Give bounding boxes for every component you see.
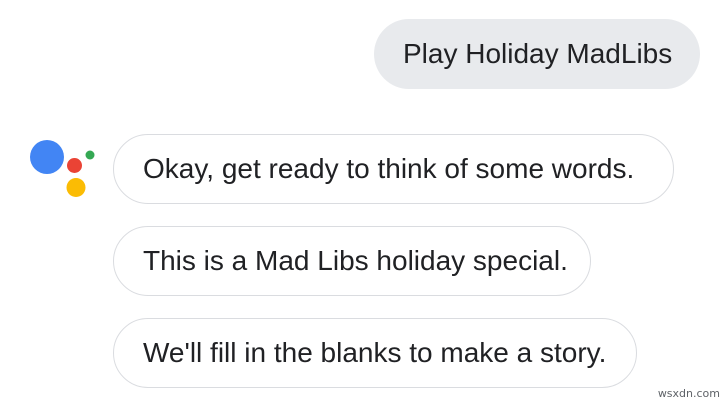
assistant-green-dot	[85, 150, 95, 160]
assistant-message-text: Okay, get ready to think of some words.	[143, 153, 635, 184]
assistant-message-bubble: This is a Mad Libs holiday special.	[113, 226, 591, 296]
user-message-bubble: Play Holiday MadLibs	[374, 19, 700, 89]
assistant-red-dot	[67, 158, 82, 173]
google-assistant-icon	[30, 140, 95, 197]
watermark: wsxdn.com	[657, 387, 720, 400]
assistant-yellow-dot	[66, 178, 86, 197]
assistant-blue-dot	[30, 140, 64, 174]
assistant-message-bubble: Okay, get ready to think of some words.	[113, 134, 674, 204]
assistant-message-bubble: We'll fill in the blanks to make a story…	[113, 318, 637, 388]
assistant-message-text: We'll fill in the blanks to make a story…	[143, 337, 607, 368]
assistant-message-text: This is a Mad Libs holiday special.	[143, 245, 568, 276]
user-message-text: Play Holiday MadLibs	[403, 38, 673, 69]
